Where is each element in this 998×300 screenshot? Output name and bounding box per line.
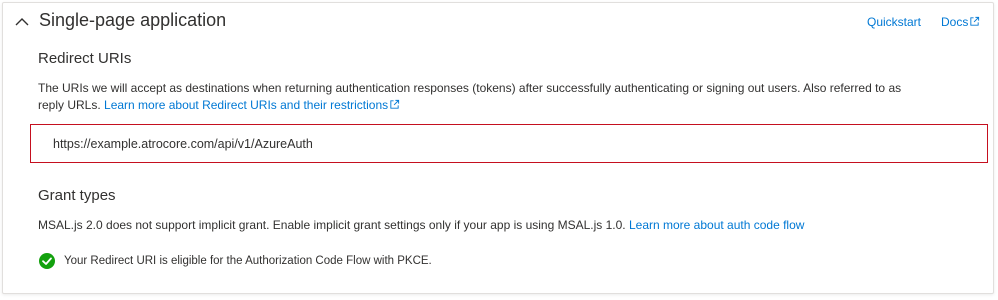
- redirect-learn-more-label: Learn more about Redirect URIs and their…: [104, 98, 389, 112]
- section-title: Single-page application: [39, 10, 227, 30]
- redirect-learn-more-link[interactable]: Learn more about Redirect URIs and their…: [104, 98, 400, 112]
- redirect-description-line1: The URIs we will accept as destinations …: [38, 81, 902, 95]
- quickstart-link[interactable]: Quickstart: [867, 15, 921, 29]
- chevron-up-icon[interactable]: [13, 13, 31, 31]
- grant-types-heading: Grant types: [38, 187, 116, 204]
- redirect-description-line2: reply URLs.: [38, 98, 101, 112]
- auth-code-flow-link[interactable]: Learn more about auth code flow: [629, 218, 804, 232]
- redirect-uris-description: The URIs we will accept as destinations …: [38, 80, 978, 114]
- success-check-icon: [39, 253, 55, 269]
- redirect-uri-input[interactable]: [53, 125, 953, 162]
- redirect-uri-field: [30, 124, 988, 163]
- docs-label: Docs: [941, 15, 969, 29]
- quickstart-label: Quickstart: [867, 15, 922, 29]
- pkce-status-message: Your Redirect URI is eligible for the Au…: [64, 255, 432, 267]
- external-link-icon: [970, 16, 980, 26]
- spa-platform-card: Single-page application Quickstart Docs …: [2, 2, 994, 294]
- docs-link[interactable]: Docs: [941, 15, 980, 29]
- grant-types-description: MSAL.js 2.0 does not support implicit gr…: [38, 217, 978, 234]
- grant-description-text: MSAL.js 2.0 does not support implicit gr…: [38, 218, 626, 232]
- card-header: Single-page application Quickstart Docs: [3, 3, 993, 41]
- redirect-uris-heading: Redirect URIs: [38, 50, 132, 67]
- external-link-icon: [390, 99, 400, 109]
